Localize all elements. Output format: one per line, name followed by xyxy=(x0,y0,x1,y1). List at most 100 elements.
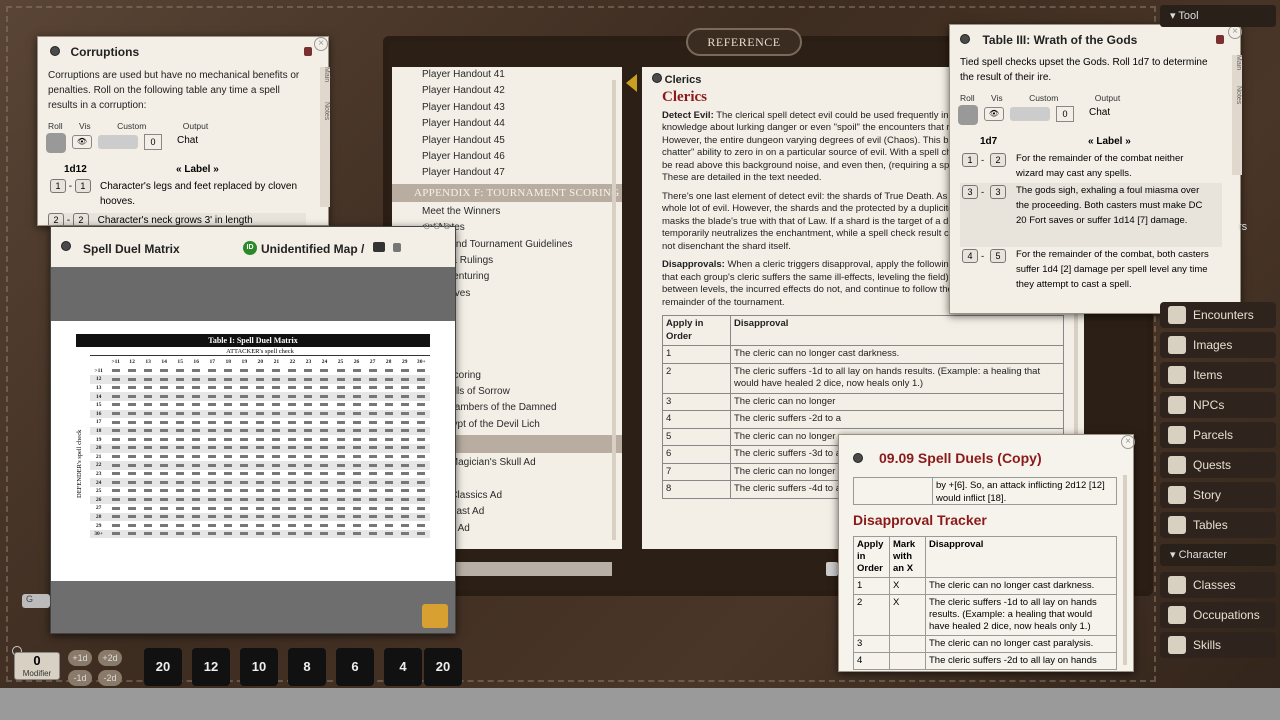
matrix-col-head: 29 xyxy=(401,359,408,366)
sidebar-item[interactable]: Skills xyxy=(1160,632,1276,658)
output-select[interactable]: Chat xyxy=(1089,107,1110,118)
matrix-cell xyxy=(268,418,284,427)
output-select[interactable]: Chat xyxy=(177,135,198,146)
side-tabs[interactable]: Main Notes xyxy=(320,67,330,207)
mark-cell[interactable] xyxy=(889,635,926,653)
range-from[interactable]: 1 xyxy=(50,179,66,193)
doc-collapse-arrow[interactable] xyxy=(826,562,838,576)
minus-1d-button[interactable]: -1d xyxy=(68,670,92,686)
roll-dice-icon[interactable] xyxy=(958,105,978,125)
toc-back-arrow[interactable] xyxy=(626,74,637,92)
matrix-cell xyxy=(252,478,268,487)
range-from[interactable]: 3 xyxy=(962,185,978,199)
range-to[interactable]: 5 xyxy=(990,249,1006,263)
image-tools-icon[interactable] xyxy=(422,604,448,628)
result-text[interactable]: Character's neck grows 3' in length xyxy=(98,215,253,225)
plus-1d-button[interactable]: +1d xyxy=(68,650,92,666)
sidebar-item[interactable]: Parcels xyxy=(1160,422,1276,448)
matrix-cell xyxy=(236,513,252,522)
window-dot-icon xyxy=(853,453,863,463)
toc-hscroll[interactable] xyxy=(440,562,612,576)
close-icon[interactable]: × xyxy=(1121,435,1135,449)
matrix-cell xyxy=(220,521,236,530)
sidebar-item[interactable]: Classes xyxy=(1160,572,1276,598)
chat-entry[interactable]: G xyxy=(22,594,50,608)
matrix-cell xyxy=(156,427,172,436)
sidebar-category-character[interactable]: ▾ Character xyxy=(1160,544,1276,566)
range-to[interactable]: 1 xyxy=(74,179,91,193)
matrix-row: 15 xyxy=(90,401,430,410)
range-to[interactable]: 2 xyxy=(990,153,1006,167)
toc-item[interactable]: Player Handout 43 xyxy=(392,100,622,116)
d10-die-icon[interactable]: 10 xyxy=(240,648,278,686)
sidebar-item[interactable]: Images xyxy=(1160,332,1276,358)
die-type[interactable]: 1d7 xyxy=(980,136,997,147)
range-from[interactable]: 2 xyxy=(48,213,64,225)
d6-die-icon[interactable]: 6 xyxy=(336,648,374,686)
sidebar-item[interactable]: NPCs xyxy=(1160,392,1276,418)
d4-die-icon[interactable]: 4 xyxy=(384,648,422,686)
visibility-eye-icon[interactable]: 👁 xyxy=(72,135,92,149)
range-from[interactable]: 4 xyxy=(962,249,978,263)
modifier-value[interactable]: 0 xyxy=(15,653,59,669)
tab-main[interactable]: Main xyxy=(323,67,330,82)
d20-die-icon[interactable]: 20 xyxy=(144,648,182,686)
tab-notes[interactable]: Notes xyxy=(323,102,330,120)
toc-item[interactable]: Player Handout 44 xyxy=(392,116,622,132)
visibility-eye-icon[interactable]: 👁 xyxy=(984,107,1004,121)
disapproval-cell: The cleric suffers -2d to all lay on han… xyxy=(925,652,1117,670)
modifier-box[interactable]: 0 Modifier xyxy=(14,652,60,680)
map-name[interactable]: Unidentified Map / In xyxy=(261,242,367,256)
custom-value-field[interactable]: 0 xyxy=(1056,106,1074,122)
plus-2d-button[interactable]: +2d xyxy=(98,650,122,666)
scrollbar[interactable] xyxy=(1123,475,1127,665)
matrix-cell xyxy=(140,504,156,513)
toc-scrollbar[interactable] xyxy=(612,80,616,540)
matrix-cell xyxy=(381,410,397,419)
toc-item[interactable]: Player Handout 47 xyxy=(392,165,622,181)
share-icon[interactable] xyxy=(373,242,385,252)
toc-item[interactable]: Player Handout 42 xyxy=(392,83,622,99)
window-controls[interactable]: ⊙ ⊙ ⊗ xyxy=(423,221,451,232)
sidebar-item[interactable]: Story xyxy=(1160,482,1276,508)
roll-dice-icon[interactable] xyxy=(46,133,66,153)
toc-item[interactable]: Meet the Winners xyxy=(392,204,622,220)
toc-item[interactable]: Player Handout 41 xyxy=(392,67,622,83)
custom-dice-slot[interactable] xyxy=(98,135,138,149)
sidebar-item[interactable]: Items xyxy=(1160,362,1276,388)
mark-cell[interactable] xyxy=(889,652,926,670)
matrix-cell xyxy=(188,478,204,487)
custom-value-field[interactable]: 0 xyxy=(144,134,162,150)
matrix-cell xyxy=(300,461,316,470)
identified-badge-icon[interactable]: ID xyxy=(243,241,257,255)
table-row: 4 The cleric suffers -2d to all lay on ha… xyxy=(853,652,1117,670)
matrix-cell xyxy=(156,401,172,410)
sidebar-category-tool[interactable]: ▾ Tool xyxy=(1160,5,1276,27)
sidebar-item[interactable]: Encounters xyxy=(1160,302,1276,328)
sidebar-item[interactable]: Quests xyxy=(1160,452,1276,478)
column-label: « Label » xyxy=(176,164,219,175)
range-from[interactable]: 1 xyxy=(962,153,978,167)
close-icon[interactable]: × xyxy=(314,37,328,51)
lock-icon[interactable] xyxy=(304,47,312,56)
mark-cell[interactable]: X xyxy=(889,594,926,636)
range-to[interactable]: 3 xyxy=(990,185,1006,199)
range-to[interactable]: 2 xyxy=(72,213,89,225)
minus-2d-button[interactable]: -2d xyxy=(98,670,122,686)
mark-cell[interactable]: X xyxy=(889,577,926,595)
matrix-cell xyxy=(204,487,220,496)
sidebar-item[interactable]: Tables xyxy=(1160,512,1276,538)
lock-icon[interactable] xyxy=(393,243,401,252)
toc-section-header[interactable]: APPENDIX F: TOURNAMENT SCORING xyxy=(392,183,622,202)
matrix-row-head: >11 xyxy=(94,367,103,374)
d20-die-icon[interactable]: 20 xyxy=(424,648,462,686)
matrix-cell xyxy=(172,453,188,462)
custom-dice-slot[interactable] xyxy=(1010,107,1050,121)
d12-die-icon[interactable]: 12 xyxy=(192,648,230,686)
d8-die-icon[interactable]: 8 xyxy=(288,648,326,686)
sidebar-item[interactable]: Occupations xyxy=(1160,602,1276,628)
toc-item[interactable]: Player Handout 46 xyxy=(392,149,622,165)
die-type[interactable]: 1d12 xyxy=(64,164,87,175)
toc-item[interactable]: Player Handout 45 xyxy=(392,133,622,149)
result-text[interactable]: Character's legs and feet replaced by cl… xyxy=(100,179,310,209)
